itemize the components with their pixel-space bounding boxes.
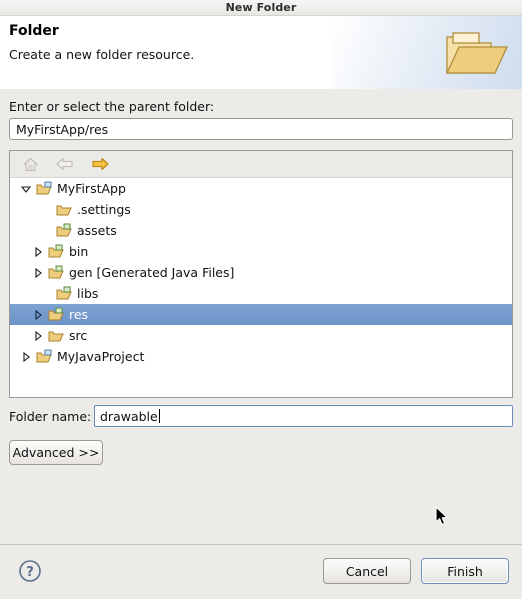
twisty-collapsed-icon[interactable]: [18, 346, 34, 367]
tree-row[interactable]: gen [Generated Java Files]: [10, 262, 512, 283]
source-folder-icon: [54, 223, 74, 238]
tree-row[interactable]: .settings: [10, 199, 512, 220]
tree-row[interactable]: MyJavaProject: [10, 346, 512, 367]
parent-folder-value: MyFirstApp/res: [16, 121, 109, 137]
project-folder-icon: [34, 349, 54, 364]
twisty-collapsed-icon[interactable]: [30, 304, 46, 325]
page-description: Create a new folder resource.: [9, 47, 195, 62]
parent-folder-label: Enter or select the parent folder:: [9, 99, 215, 114]
open-folder-icon: [443, 27, 509, 79]
twisty-collapsed-icon[interactable]: [30, 325, 46, 346]
dialog-body: Enter or select the parent folder: MyFir…: [0, 89, 522, 544]
dialog-banner: Folder Create a new folder resource.: [0, 16, 522, 90]
parent-folder-input[interactable]: MyFirstApp/res: [9, 118, 513, 140]
finish-button[interactable]: Finish: [421, 558, 509, 584]
source-folder-icon: [46, 244, 66, 259]
help-question-icon[interactable]: ?: [18, 559, 42, 583]
source-folder-icon: [46, 265, 66, 280]
tree-row-label: .settings: [77, 202, 131, 217]
twisty-expanded-icon[interactable]: [18, 178, 34, 199]
forward-arrow-icon[interactable]: [90, 155, 110, 173]
tree-row[interactable]: bin: [10, 241, 512, 262]
folder-tree-panel: MyFirstApp .settings assets bin gen [Gen…: [9, 150, 513, 398]
dialog-title: New Folder: [225, 1, 297, 14]
home-icon[interactable]: [20, 155, 40, 173]
tree-row-label: res: [69, 307, 89, 322]
folder-name-label: Folder name:: [9, 409, 92, 424]
tree-row[interactable]: src: [10, 325, 512, 346]
twisty-collapsed-icon[interactable]: [30, 241, 46, 262]
folder-name-value: drawable: [100, 408, 158, 424]
tree-row-label: libs: [77, 286, 99, 301]
twisty-collapsed-icon[interactable]: [30, 262, 46, 283]
tree-row-label: bin: [69, 244, 89, 259]
tree-row[interactable]: libs: [10, 283, 512, 304]
tree-row[interactable]: MyFirstApp: [10, 178, 512, 199]
advanced-button[interactable]: Advanced >>: [9, 440, 103, 465]
folder-tree-list[interactable]: MyFirstApp .settings assets bin gen [Gen…: [10, 178, 512, 397]
back-arrow-icon[interactable]: [55, 155, 75, 173]
source-folder-icon: [46, 307, 66, 322]
folder-icon: [54, 202, 74, 217]
twisty-none: [38, 220, 54, 241]
text-caret: [158, 409, 160, 423]
tree-row[interactable]: assets: [10, 220, 512, 241]
tree-row-label: MyFirstApp: [57, 181, 126, 196]
folder-icon: [46, 328, 66, 343]
folder-name-input[interactable]: drawable: [94, 405, 513, 427]
page-title: Folder: [9, 23, 59, 39]
tree-row-label: assets: [77, 223, 117, 238]
svg-text:?: ?: [26, 565, 34, 580]
dialog-titlebar: New Folder: [0, 0, 522, 16]
twisty-none: [38, 199, 54, 220]
source-folder-icon: [54, 286, 74, 301]
tree-row-label: src: [69, 328, 88, 343]
tree-row-selected[interactable]: res: [10, 304, 512, 325]
twisty-none: [38, 283, 54, 304]
tree-row-label: gen [Generated Java Files]: [69, 265, 235, 280]
project-folder-icon: [34, 181, 54, 196]
cancel-button[interactable]: Cancel: [323, 558, 411, 584]
tree-toolbar: [10, 151, 512, 178]
tree-row-label: MyJavaProject: [57, 349, 145, 364]
